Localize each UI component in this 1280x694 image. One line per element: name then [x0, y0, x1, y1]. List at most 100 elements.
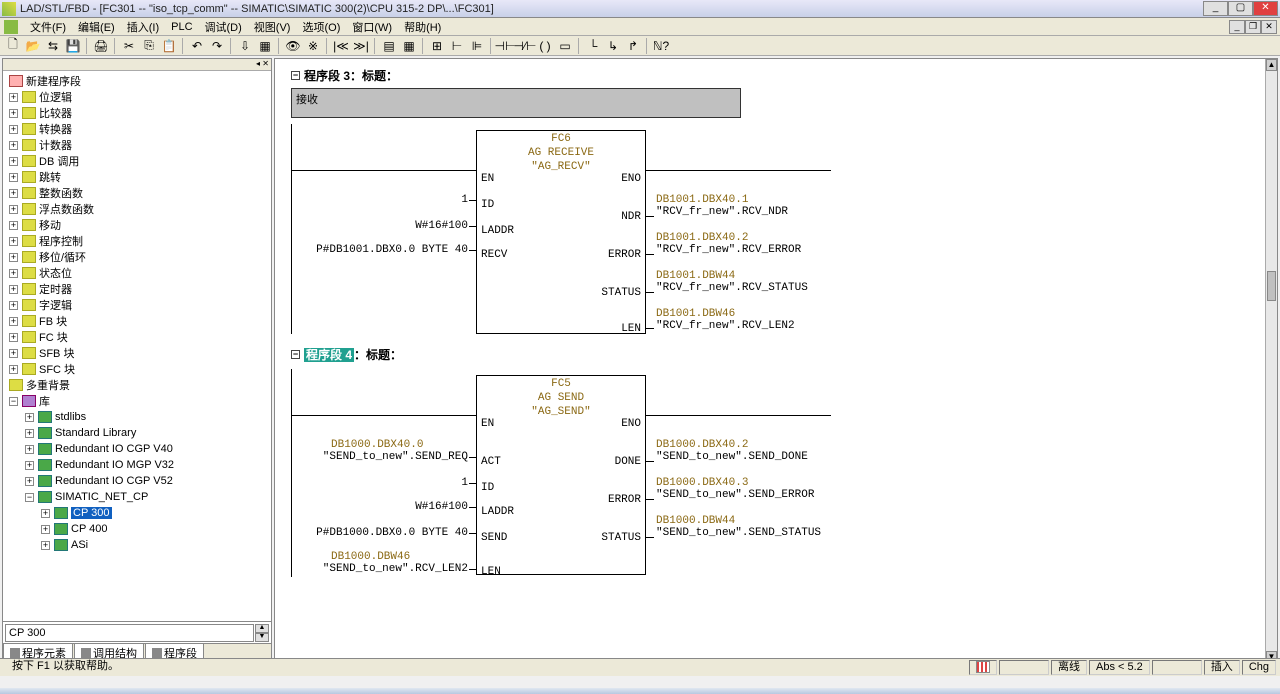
tree-fb-blocks[interactable]: +FB 块: [5, 313, 269, 329]
expand-icon[interactable]: +: [25, 461, 34, 470]
doc-system-icon[interactable]: [4, 20, 18, 34]
collapse-icon[interactable]: −: [9, 397, 18, 406]
tree-bit-logic[interactable]: +位逻辑: [5, 89, 269, 105]
fc5-done-addr[interactable]: DB1000.DBX40.2: [656, 439, 856, 451]
tree-search-input[interactable]: [5, 624, 254, 642]
collapse-network-icon[interactable]: −: [291, 71, 300, 80]
menu-file[interactable]: 文件(F): [24, 17, 72, 37]
tree-library[interactable]: −库: [5, 393, 269, 409]
tree-move[interactable]: +移动: [5, 217, 269, 233]
tree-sfc-blocks[interactable]: +SFC 块: [5, 361, 269, 377]
fc6-len-sym[interactable]: "RCV_fr_new".RCV_LEN2: [656, 320, 856, 332]
tree-float-fn[interactable]: +浮点数函数: [5, 201, 269, 217]
copy-icon[interactable]: ⎘: [140, 37, 158, 55]
expand-icon[interactable]: +: [9, 157, 18, 166]
network-3-rung[interactable]: FC6 AG RECEIVE "AG_RECV" EN ENO ID NDR L…: [291, 124, 1265, 334]
fc5-error-addr[interactable]: DB1000.DBX40.3: [656, 477, 856, 489]
tree-cp300[interactable]: +CP 300: [5, 505, 269, 521]
tree-cp400[interactable]: +CP 400: [5, 521, 269, 537]
network-4-header[interactable]: − 程序段 4：标题：: [291, 346, 1265, 363]
expand-icon[interactable]: +: [41, 541, 50, 550]
expand-icon[interactable]: +: [41, 525, 50, 534]
online-icon[interactable]: ⇆: [44, 37, 62, 55]
fc6-len-addr[interactable]: DB1001.DBW46: [656, 308, 856, 320]
open-file-icon[interactable]: 📂: [24, 37, 42, 55]
fc5-block[interactable]: FC5 AG SEND "AG_SEND" EN ENO ACT DONE ID…: [476, 375, 646, 575]
tree-shift-rot[interactable]: +移位/循环: [5, 249, 269, 265]
expand-icon[interactable]: +: [9, 109, 18, 118]
expand-icon[interactable]: +: [9, 349, 18, 358]
expand-icon[interactable]: +: [41, 509, 50, 518]
prev-icon[interactable]: |≪: [332, 37, 350, 55]
network-3-comment[interactable]: 接收: [291, 88, 741, 118]
tree-counter[interactable]: +计数器: [5, 137, 269, 153]
menu-plc[interactable]: PLC: [165, 19, 198, 35]
expand-icon[interactable]: +: [9, 93, 18, 102]
module-icon[interactable]: ▦: [256, 37, 274, 55]
expand-icon[interactable]: +: [25, 477, 34, 486]
fc6-error-sym[interactable]: "RCV_fr_new".RCV_ERROR: [656, 244, 856, 256]
paste-icon[interactable]: 📋: [160, 37, 178, 55]
doc-close[interactable]: ✕: [1261, 20, 1277, 34]
tree-std-library[interactable]: +Standard Library: [5, 425, 269, 441]
next-icon[interactable]: ≫|: [352, 37, 370, 55]
fc5-status-addr[interactable]: DB1000.DBW44: [656, 515, 856, 527]
close-button[interactable]: ✕: [1253, 1, 1278, 16]
menu-insert[interactable]: 插入(I): [121, 17, 165, 37]
expand-icon[interactable]: +: [9, 253, 18, 262]
fc5-send-value[interactable]: P#DB1000.DBX0.0 BYTE 40: [291, 527, 468, 539]
redo-icon[interactable]: ↷: [208, 37, 226, 55]
whats-this-icon[interactable]: ℕ?: [652, 37, 670, 55]
fc6-recv-value[interactable]: P#DB1001.DBX0.0 BYTE 40: [291, 244, 468, 256]
expand-icon[interactable]: +: [9, 365, 18, 374]
network-4-rung[interactable]: FC5 AG SEND "AG_SEND" EN ENO ACT DONE ID…: [291, 369, 1265, 577]
doc-minimize[interactable]: _: [1229, 20, 1245, 34]
box-icon[interactable]: ▭: [556, 37, 574, 55]
tree-fc-blocks[interactable]: +FC 块: [5, 329, 269, 345]
tree-red-io-mgp[interactable]: +Redundant IO MGP V32: [5, 457, 269, 473]
coil-icon[interactable]: ( ): [536, 37, 554, 55]
tree-multi-inst[interactable]: 多重背景: [5, 377, 269, 393]
tree-db-call[interactable]: +DB 调用: [5, 153, 269, 169]
fc5-len-addr[interactable]: DB1000.DBW46: [291, 551, 468, 563]
expand-icon[interactable]: +: [9, 125, 18, 134]
tree-compare[interactable]: +比较器: [5, 105, 269, 121]
menu-options[interactable]: 选项(O): [296, 17, 346, 37]
junction-icon[interactable]: ⊫: [468, 37, 486, 55]
tree-prg-ctrl[interactable]: +程序控制: [5, 233, 269, 249]
expand-icon[interactable]: +: [9, 189, 18, 198]
minimize-button[interactable]: _: [1203, 1, 1228, 16]
scroll-thumb[interactable]: [1267, 271, 1276, 301]
monitor-icon[interactable]: 👁: [284, 37, 302, 55]
contact-no-icon[interactable]: ⊣⊢: [496, 37, 514, 55]
tree-red-io-v40[interactable]: +Redundant IO CGP V40: [5, 441, 269, 457]
fc6-error-addr[interactable]: DB1001.DBX40.2: [656, 232, 856, 244]
overview-icon[interactable]: ▤: [380, 37, 398, 55]
fc5-act-addr[interactable]: DB1000.DBX40.0: [291, 439, 468, 451]
expand-icon[interactable]: +: [25, 413, 34, 422]
close-branch-down-icon[interactable]: ↳: [604, 37, 622, 55]
fc5-laddr-value[interactable]: W#16#100: [291, 501, 468, 513]
expand-icon[interactable]: +: [25, 429, 34, 438]
expand-icon[interactable]: +: [9, 221, 18, 230]
cut-icon[interactable]: ✂: [120, 37, 138, 55]
expand-icon[interactable]: +: [9, 173, 18, 182]
save-icon[interactable]: 💾: [64, 37, 82, 55]
open-branch-icon[interactable]: └: [584, 37, 602, 55]
expand-icon[interactable]: +: [25, 445, 34, 454]
expand-icon[interactable]: +: [9, 205, 18, 214]
menu-edit[interactable]: 编辑(E): [72, 17, 121, 37]
tree-convert[interactable]: +转换器: [5, 121, 269, 137]
expand-icon[interactable]: +: [9, 301, 18, 310]
vertical-scrollbar[interactable]: ▲ ▼: [1265, 59, 1277, 663]
fc6-ndr-sym[interactable]: "RCV_fr_new".RCV_NDR: [656, 206, 856, 218]
editor-scroll-area[interactable]: − 程序段 3：标题： 接收 FC6 AG RECEIVE "AG_RECV" …: [275, 59, 1265, 663]
close-branch-up-icon[interactable]: ↱: [624, 37, 642, 55]
undo-icon[interactable]: ↶: [188, 37, 206, 55]
maximize-button[interactable]: ▢: [1228, 1, 1253, 16]
ref-icon[interactable]: ※: [304, 37, 322, 55]
tree-int-fn[interactable]: +整数函数: [5, 185, 269, 201]
tree-status[interactable]: +状态位: [5, 265, 269, 281]
print-icon[interactable]: 🖨: [92, 37, 110, 55]
branch-icon[interactable]: ⊢: [448, 37, 466, 55]
